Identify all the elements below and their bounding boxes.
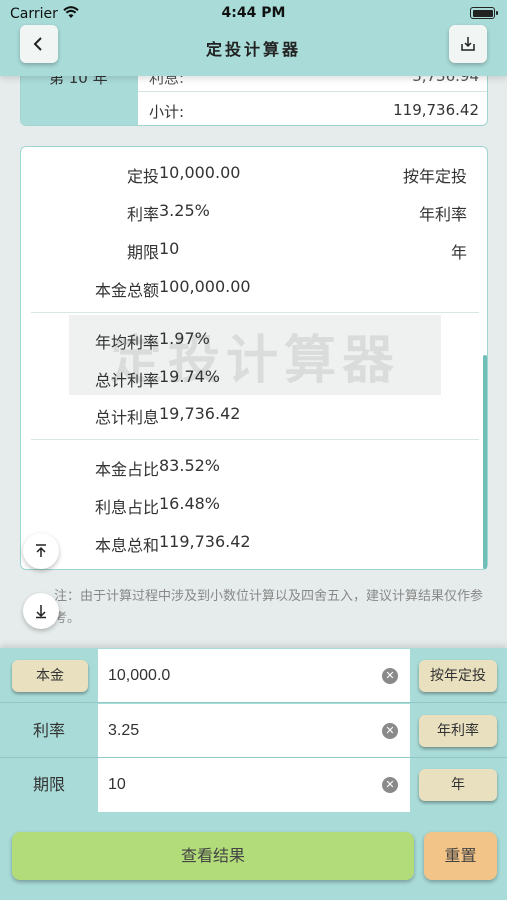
summary-label: 定投	[126, 167, 159, 186]
summary-unit: 按年定投	[402, 167, 467, 186]
rate-label: 利率	[32, 721, 65, 740]
scroll-indicator[interactable]	[483, 355, 487, 569]
summary-value: 1.97%	[159, 329, 210, 348]
summary-row: 年均利率 1.97%	[21, 329, 487, 353]
navigation-bar: Carrier 4:44 PM 定投计算器	[0, 0, 507, 76]
term-row: 期限 ✕ 年	[0, 758, 507, 812]
principal-input[interactable]	[108, 663, 368, 689]
summary-label: 期限	[126, 243, 159, 262]
battery-icon	[470, 7, 498, 19]
summary-value: 10,000.00	[159, 163, 241, 182]
principal-row: 本金 ✕ 按年定投	[0, 649, 507, 703]
reset-button[interactable]: 重置	[424, 832, 497, 880]
subtotal-label: 小计:	[149, 103, 185, 121]
export-button[interactable]	[449, 25, 487, 63]
clear-icon[interactable]: ✕	[382, 668, 398, 684]
term-label: 期限	[32, 775, 65, 794]
summary-label: 年均利率	[94, 333, 159, 352]
summary-label: 本金占比	[94, 460, 159, 479]
rate-row: 利率 ✕ 年利率	[0, 704, 507, 758]
rate-field-wrap: ✕	[98, 704, 410, 758]
disclaimer-note: 注：由于计算过程中涉及到小数位计算以及四舍五入，建议计算结果仅作参考。	[54, 589, 484, 626]
summary-value: 3.25%	[159, 201, 210, 220]
summary-row: 本金占比 83.52%	[21, 456, 487, 480]
summary-unit: 年利率	[418, 205, 467, 224]
arrow-to-top-icon	[36, 544, 46, 557]
term-field-wrap: ✕	[98, 758, 410, 812]
summary-unit: 年	[450, 243, 467, 262]
term-unit-button[interactable]: 年	[419, 769, 497, 801]
summary-row: 期限 10 年	[21, 239, 487, 263]
summary-label: 本金总额	[94, 281, 159, 300]
scroll-down-button[interactable]	[23, 593, 59, 629]
summary-row: 本息总和 119,736.42	[21, 532, 487, 556]
summary-label: 利率	[126, 205, 159, 224]
divider	[31, 312, 479, 313]
summary-value: 100,000.00	[159, 277, 251, 296]
summary-row: 利息占比 16.48%	[21, 494, 487, 518]
invest-frequency-button[interactable]: 按年定投	[419, 660, 497, 692]
summary-row: 总计利率 19.74%	[21, 367, 487, 391]
download-icon	[461, 37, 475, 51]
summary-card: 定投计算器 定投 10,000.00 按年定投 利率 3.25% 年利率 期限 …	[20, 146, 488, 570]
status-bar: Carrier 4:44 PM	[0, 0, 507, 28]
divider	[31, 439, 479, 440]
summary-label: 总计利息	[94, 408, 159, 427]
view-result-button[interactable]: 查看结果	[12, 832, 414, 880]
summary-row: 利率 3.25% 年利率	[21, 201, 487, 225]
summary-value: 119,736.42	[159, 532, 251, 551]
subtotal-row: 小计: 119,736.42	[149, 101, 479, 122]
summary-row: 总计利息 19,736.42	[21, 404, 487, 428]
summary-value: 83.52%	[159, 456, 221, 475]
clock: 4:44 PM	[221, 5, 286, 21]
summary-row: 定投 10,000.00 按年定投	[21, 163, 487, 187]
subtotal-value: 119,736.42	[393, 101, 479, 119]
principal-field-wrap: ✕	[98, 649, 410, 703]
clear-icon[interactable]: ✕	[382, 777, 398, 793]
arrow-down-icon	[36, 605, 46, 619]
scroll-to-top-button[interactable]	[23, 533, 59, 569]
page-title: 定投计算器	[205, 40, 301, 59]
rate-input[interactable]	[108, 718, 368, 744]
summary-label: 本息总和	[94, 536, 159, 555]
summary-value: 19.74%	[159, 367, 221, 386]
principal-type-button[interactable]: 本金	[12, 660, 88, 692]
clear-icon[interactable]: ✕	[382, 723, 398, 739]
term-input[interactable]	[108, 772, 368, 798]
summary-value: 19,736.42	[159, 404, 241, 423]
summary-label: 总计利率	[94, 371, 159, 390]
summary-value: 16.48%	[159, 494, 221, 513]
summary-label: 利息占比	[94, 498, 159, 517]
summary-value: 10	[159, 239, 180, 258]
rate-type-button[interactable]: 年利率	[419, 715, 497, 747]
summary-row: 本金总额 100,000.00	[21, 277, 487, 301]
